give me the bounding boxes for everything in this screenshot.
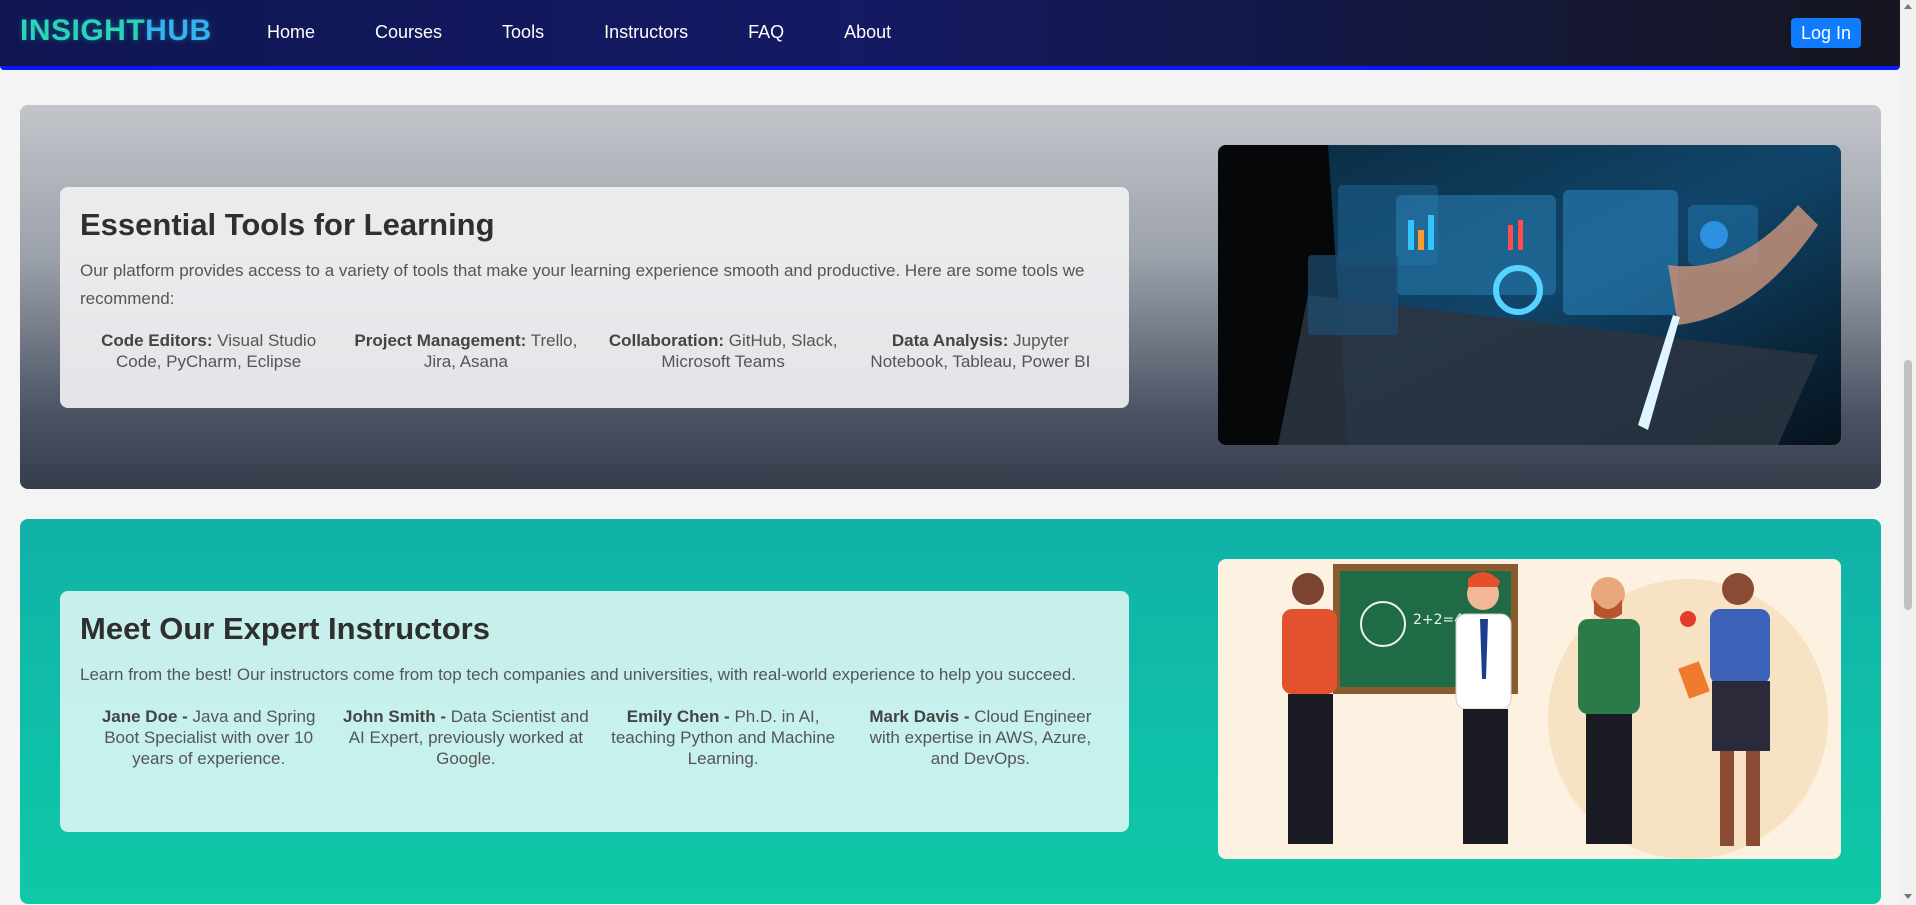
page-scrollbar[interactable] — [1900, 0, 1916, 905]
instructors-image: 2+2=4 — [1218, 559, 1841, 859]
instructors-section: Meet Our Expert Instructors Learn from t… — [20, 519, 1881, 904]
scroll-up-arrow-icon[interactable] — [1904, 4, 1912, 9]
tools-card: Essential Tools for Learning Our platfor… — [60, 187, 1129, 408]
instructor-jane-doe: Jane Doe - Java and Spring Boot Speciali… — [101, 707, 316, 768]
instructor-emily-chen: Emily Chen - Ph.D. in AI, teaching Pytho… — [611, 707, 836, 768]
tools-section: Essential Tools for Learning Our platfor… — [20, 105, 1881, 489]
instructors-description: Learn from the best! Our instructors com… — [80, 665, 1076, 684]
tool-item-project-management: Project Management: Trello, Jira, Asana — [354, 331, 578, 371]
instructor-john-smith: John Smith - Data Scientist and AI Exper… — [343, 707, 589, 768]
instructors-list: Jane Doe - Java and Spring Boot Speciali… — [80, 706, 1109, 769]
nav-link-home[interactable]: Home — [267, 22, 315, 43]
tools-list: Code Editors: Visual Studio Code, PyChar… — [80, 330, 1109, 372]
nav-link-about[interactable]: About — [844, 22, 891, 43]
login-button[interactable]: Log In — [1791, 18, 1861, 48]
site-logo[interactable]: INSIGHTHUB — [20, 14, 212, 48]
tools-title: Essential Tools for Learning — [80, 207, 495, 242]
top-navbar: INSIGHTHUB Home Courses Tools Instructor… — [0, 0, 1900, 70]
tool-item-code-editors: Code Editors: Visual Studio Code, PyChar… — [101, 331, 317, 371]
scrollbar-thumb[interactable] — [1904, 360, 1912, 610]
nav-link-courses[interactable]: Courses — [375, 22, 442, 43]
instructors-title: Meet Our Expert Instructors — [80, 611, 490, 646]
nav-links: Home Courses Tools Instructors FAQ About — [267, 22, 951, 43]
tool-item-collaboration: Collaboration: GitHub, Slack, Microsoft … — [608, 331, 838, 371]
instructor-mark-davis: Mark Davis - Cloud Engineer with experti… — [869, 707, 1092, 768]
instructors-card: Meet Our Expert Instructors Learn from t… — [60, 591, 1129, 832]
nav-link-faq[interactable]: FAQ — [748, 22, 784, 43]
tool-item-data-analysis: Data Analysis: Jupyter Notebook, Tableau… — [870, 331, 1091, 371]
tools-description: Our platform provides access to a variet… — [80, 261, 1085, 308]
tools-image — [1218, 145, 1841, 445]
laptop-dashboard-illustration — [1218, 145, 1841, 445]
nav-link-instructors[interactable]: Instructors — [604, 22, 688, 43]
teachers-illustration: 2+2=4 — [1218, 559, 1841, 859]
nav-link-tools[interactable]: Tools — [502, 22, 544, 43]
scroll-down-arrow-icon[interactable] — [1904, 894, 1912, 899]
